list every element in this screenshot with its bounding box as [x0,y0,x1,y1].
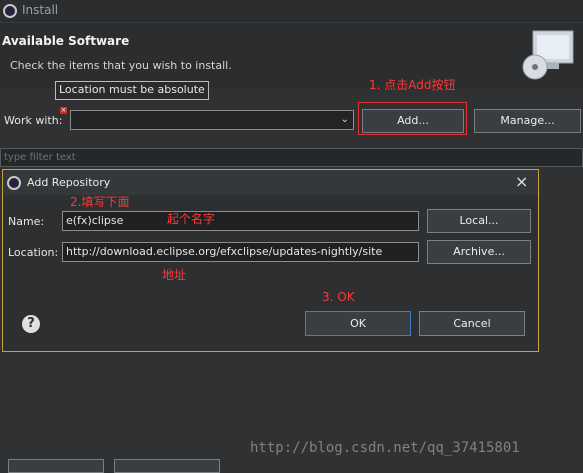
deselect-all-button[interactable] [114,459,220,473]
name-field[interactable]: e(fx)clipse [62,211,419,231]
window-title: Install [22,3,59,17]
annotation-name-hint: 起个名字 [167,212,216,226]
filter-input[interactable]: type filter text [0,148,583,167]
help-icon[interactable]: ? [22,315,40,333]
location-field[interactable]: http://download.eclipse.org/efxclipse/up… [62,242,419,262]
highlight-add-box [358,102,467,135]
install-monitor-icon [522,30,574,80]
close-icon[interactable]: × [515,172,528,191]
manage-button[interactable]: Manage... [474,109,581,133]
archive-button[interactable]: Archive... [427,240,531,264]
dialog-title: Add Repository [27,176,111,189]
wizard-header [0,23,583,89]
error-icon: × [60,106,67,114]
window-titlebar: Install [0,0,583,23]
name-label: Name: [8,215,45,228]
cancel-button[interactable]: Cancel [419,311,525,336]
chevron-down-icon[interactable]: ⌄ [341,114,349,125]
page-subtitle: Check the items that you wish to install… [10,59,232,72]
ok-button[interactable]: OK [305,311,411,336]
watermark: http://blog.csdn.net/qq_37415801 [250,440,520,456]
local-button[interactable]: Local... [427,209,531,233]
select-all-button[interactable] [8,459,104,473]
annotation-step2: 2.填写下面 [70,195,130,209]
work-with-combo[interactable]: ⌄ [70,110,354,130]
eclipse-icon [3,4,17,18]
annotation-step1: 1. 点击Add按钮 [369,78,456,92]
annotation-step3: 3. OK [322,290,355,304]
dialog-titlebar: Add Repository × [3,170,538,195]
location-label: Location: [8,246,59,259]
page-title: Available Software [2,34,130,48]
annotation-address-hint: 地址 [162,268,187,282]
location-tooltip: Location must be absolute [55,81,209,100]
work-with-label: Work with: [4,114,63,127]
eclipse-icon [7,176,21,190]
